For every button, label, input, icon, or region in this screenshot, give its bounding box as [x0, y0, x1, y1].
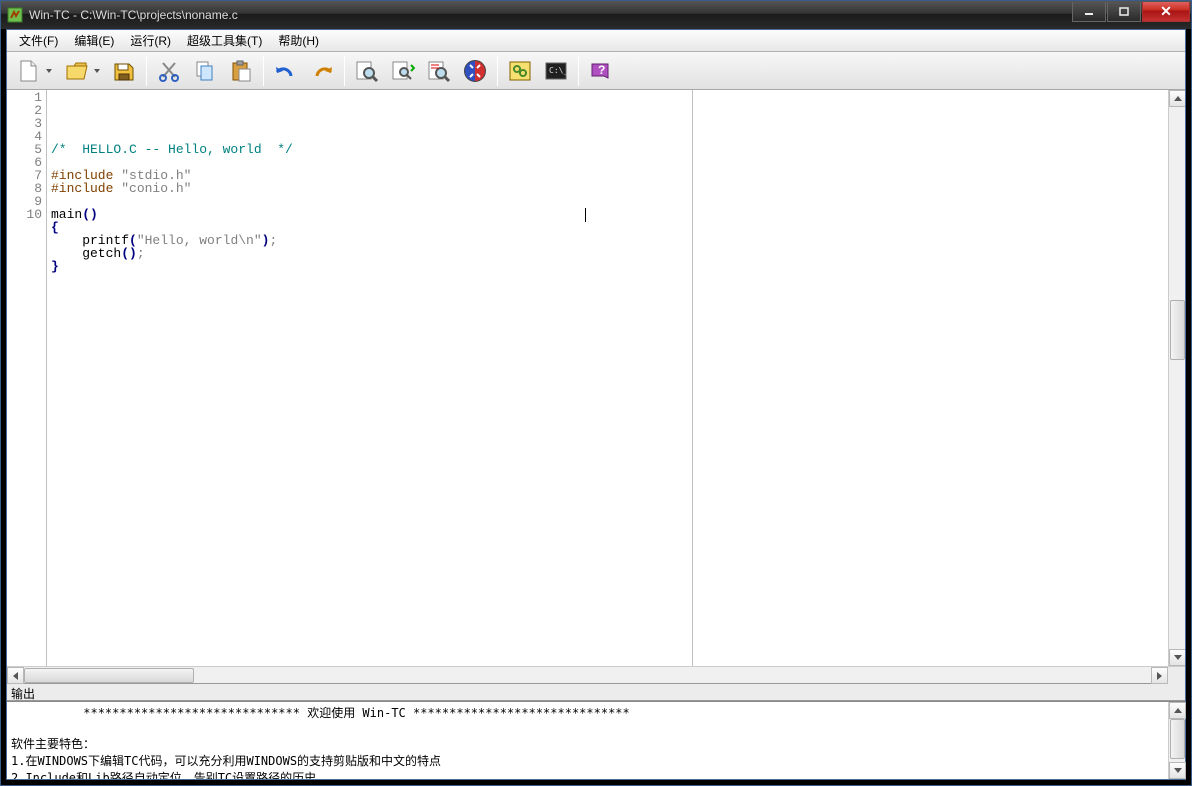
editor-horizontal-scrollbar[interactable] — [7, 666, 1185, 683]
svg-text:C:\_: C:\_ — [549, 66, 568, 75]
cut-icon — [157, 59, 181, 83]
copy-icon — [193, 59, 217, 83]
minimize-button[interactable] — [1072, 2, 1106, 22]
cut-button[interactable] — [152, 54, 186, 88]
menu-bar: 文件(F) 编辑(E) 运行(R) 超级工具集(T) 帮助(H) — [7, 30, 1185, 52]
paste-button[interactable] — [224, 54, 258, 88]
new-file-button[interactable] — [11, 54, 57, 88]
scroll-right-button[interactable] — [1151, 667, 1168, 684]
toolbar: C:\_ ? — [7, 52, 1185, 90]
toolbar-separator — [344, 56, 345, 86]
find-next-button[interactable] — [386, 54, 420, 88]
scroll-left-button[interactable] — [7, 667, 24, 684]
new-file-icon — [16, 58, 42, 84]
output-vertical-scrollbar[interactable] — [1168, 702, 1185, 779]
svg-text:?: ? — [598, 63, 605, 77]
toolbar-separator — [146, 56, 147, 86]
help-button[interactable]: ? — [584, 54, 618, 88]
scroll-thumb[interactable] — [24, 668, 194, 683]
undo-button[interactable] — [269, 54, 303, 88]
scroll-thumb[interactable] — [1170, 719, 1185, 759]
toolbar-separator — [578, 56, 579, 86]
chevron-down-icon — [1174, 768, 1182, 773]
editor-split-line[interactable] — [692, 90, 693, 666]
run-icon — [507, 58, 533, 84]
redo-icon — [309, 58, 335, 84]
toolbar-separator — [497, 56, 498, 86]
line-number-gutter: 12345678910 — [7, 90, 47, 666]
code-line[interactable] — [51, 156, 1164, 169]
chevron-down-icon — [1174, 655, 1182, 660]
code-line[interactable]: #include "stdio.h" — [51, 169, 1164, 182]
paste-icon — [229, 59, 253, 83]
find-button[interactable] — [350, 54, 384, 88]
scroll-up-button[interactable] — [1169, 702, 1186, 719]
menu-help[interactable]: 帮助(H) — [270, 29, 327, 52]
code-line[interactable]: /* HELLO.C -- Hello, world */ — [51, 143, 1164, 156]
text-cursor — [585, 208, 586, 222]
code-editor[interactable]: /* HELLO.C -- Hello, world */ #include "s… — [47, 90, 1168, 666]
scroll-down-button[interactable] — [1169, 762, 1186, 779]
menu-run[interactable]: 运行(R) — [122, 29, 179, 52]
menu-file[interactable]: 文件(F) — [11, 29, 66, 52]
editor-area: 12345678910 /* HELLO.C -- Hello, world *… — [7, 90, 1185, 683]
scroll-down-button[interactable] — [1169, 649, 1185, 666]
chevron-up-icon — [1174, 708, 1182, 713]
scroll-up-button[interactable] — [1169, 90, 1185, 107]
editor-pane: 12345678910 /* HELLO.C -- Hello, world *… — [7, 90, 1185, 666]
code-line[interactable]: main() — [51, 208, 1164, 221]
compile-icon — [462, 58, 488, 84]
app-window: Win-TC - C:\Win-TC\projects\noname.c ✕ 文… — [0, 0, 1192, 786]
copy-button[interactable] — [188, 54, 222, 88]
open-file-button[interactable] — [59, 54, 105, 88]
code-line[interactable]: printf("Hello, world\n"); — [51, 234, 1164, 247]
output-panel-label: 输出 — [7, 683, 1185, 701]
save-button[interactable] — [107, 54, 141, 88]
undo-icon — [273, 58, 299, 84]
find-icon — [355, 59, 379, 83]
window-controls: ✕ — [1072, 1, 1191, 29]
open-folder-icon — [64, 58, 90, 84]
app-icon — [7, 7, 23, 23]
output-panel: ****************************** 欢迎使用 Win-… — [7, 701, 1185, 779]
replace-button[interactable] — [422, 54, 456, 88]
toolbar-separator — [263, 56, 264, 86]
scroll-thumb[interactable] — [1170, 300, 1185, 360]
code-line[interactable]: } — [51, 260, 1164, 273]
chevron-left-icon — [13, 672, 18, 680]
dropdown-icon — [46, 69, 52, 73]
menu-tools[interactable]: 超级工具集(T) — [179, 29, 270, 52]
find-next-icon — [391, 59, 415, 83]
line-number: 10 — [7, 208, 46, 221]
console-button[interactable]: C:\_ — [539, 54, 573, 88]
redo-button[interactable] — [305, 54, 339, 88]
run-button[interactable] — [503, 54, 537, 88]
client-area: 文件(F) 编辑(E) 运行(R) 超级工具集(T) 帮助(H) — [6, 29, 1186, 780]
help-icon: ? — [588, 58, 614, 84]
code-line[interactable]: getch(); — [51, 247, 1164, 260]
console-icon: C:\_ — [543, 58, 569, 84]
code-line[interactable] — [51, 195, 1164, 208]
menu-edit[interactable]: 编辑(E) — [66, 29, 122, 52]
editor-vertical-scrollbar[interactable] — [1168, 90, 1185, 666]
scroll-corner — [1168, 667, 1185, 684]
code-line[interactable]: #include "conio.h" — [51, 182, 1164, 195]
chevron-up-icon — [1174, 96, 1182, 101]
dropdown-icon — [94, 69, 100, 73]
output-text[interactable]: ****************************** 欢迎使用 Win-… — [7, 702, 1168, 779]
window-title: Win-TC - C:\Win-TC\projects\noname.c — [29, 8, 1072, 22]
title-bar[interactable]: Win-TC - C:\Win-TC\projects\noname.c ✕ — [1, 1, 1191, 29]
replace-icon — [427, 59, 451, 83]
save-icon — [111, 58, 137, 84]
maximize-button[interactable] — [1107, 2, 1141, 22]
chevron-right-icon — [1157, 672, 1162, 680]
close-button[interactable]: ✕ — [1142, 2, 1190, 22]
compile-button[interactable] — [458, 54, 492, 88]
